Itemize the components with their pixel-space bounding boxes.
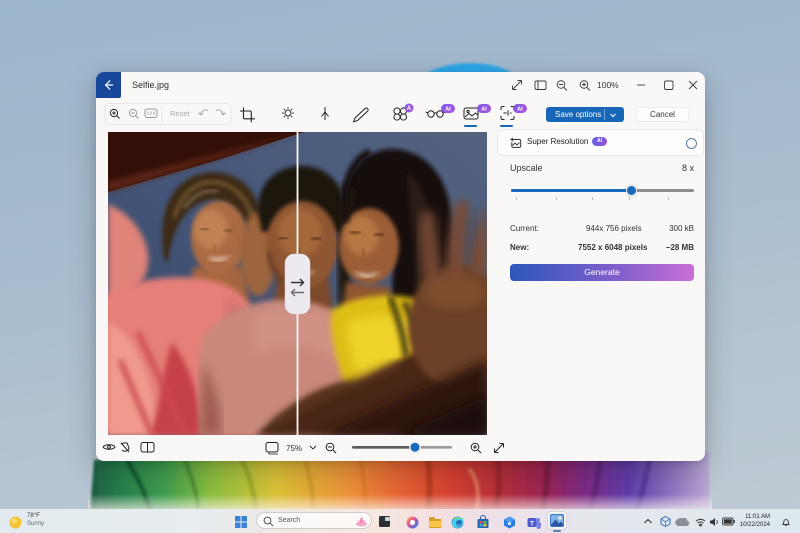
svg-text:T: T [530, 520, 534, 527]
svg-text:AI: AI [445, 107, 451, 113]
svg-text:AI: AI [517, 107, 523, 113]
svg-text:A: A [407, 106, 412, 112]
svg-text:Reset: Reset [170, 109, 191, 118]
svg-text:75%: 75% [286, 444, 302, 453]
svg-text:AI: AI [481, 107, 487, 113]
